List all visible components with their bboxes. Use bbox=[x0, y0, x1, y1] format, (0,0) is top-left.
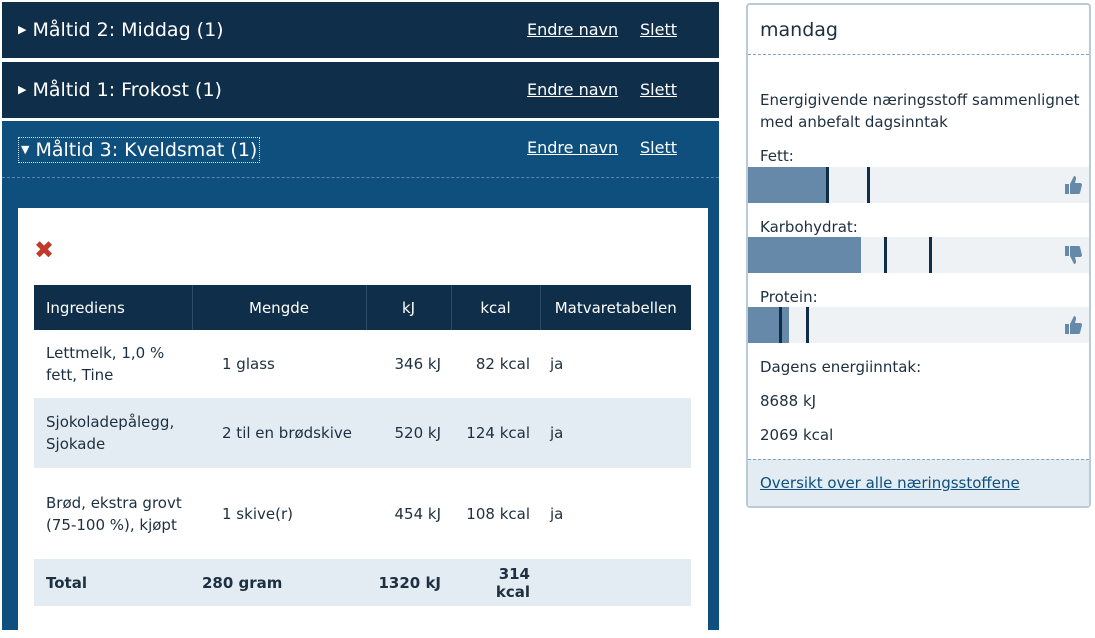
delete-button[interactable]: Slett bbox=[640, 62, 677, 118]
total-label: Total bbox=[34, 559, 192, 606]
nutrient-label-fat: Fett: bbox=[760, 147, 794, 165]
ingredient-name: Lettmelk, 1,0 % fett, Tine bbox=[46, 344, 165, 384]
ingredient-source: ja bbox=[540, 398, 691, 468]
day-title: mandag bbox=[760, 19, 838, 41]
rename-button[interactable]: Endre navn bbox=[527, 62, 618, 118]
ingredient-amount: 2 til en brødskive bbox=[192, 398, 366, 468]
close-icon[interactable]: ✖ bbox=[34, 238, 54, 262]
table-row: Sjokoladepålegg, Sjokade 2 til en brødsk… bbox=[34, 398, 691, 468]
nutrient-marker bbox=[884, 237, 888, 273]
meal-header-kveldsmat: ▼ Måltid 3: Kveldsmat (1) Endre navn Sle… bbox=[2, 121, 719, 178]
thumbs-up-icon bbox=[1065, 176, 1082, 194]
ingredient-amount: 1 glass bbox=[222, 355, 275, 373]
nutrient-fill bbox=[748, 307, 789, 343]
table-row: Brød, ekstra grovt (75-100 %), kjøpt 1 s… bbox=[34, 468, 691, 559]
energy-kj: 8688 kJ bbox=[760, 392, 817, 410]
rename-button[interactable]: Endre navn bbox=[527, 2, 618, 58]
column-header: Matvaretabellen bbox=[540, 285, 691, 330]
total-source bbox=[540, 559, 691, 606]
rename-button[interactable]: Endre navn bbox=[527, 121, 618, 175]
meals-column: ▶ Måltid 2: Middag (1) Endre navn Slett … bbox=[0, 0, 720, 638]
table-total-row: Total 280 gram 1320 kJ 314 kcal bbox=[34, 559, 691, 606]
nutrient-marker bbox=[778, 307, 782, 343]
ingredient-kcal: 82 kcal bbox=[475, 355, 530, 373]
ingredient-kj: 520 kJ bbox=[366, 398, 451, 468]
meal-toggle[interactable]: ▶ Måltid 2: Middag (1) bbox=[18, 2, 224, 58]
all-nutrients-link[interactable]: Oversikt over alle næringsstoffene bbox=[760, 474, 1020, 492]
caret-right-icon: ▶ bbox=[18, 83, 27, 96]
column-header: kcal bbox=[451, 285, 541, 330]
divider bbox=[748, 54, 1089, 55]
nutrient-marker bbox=[826, 167, 830, 203]
caret-down-icon: ▼ bbox=[21, 142, 30, 156]
column-header: kJ bbox=[366, 285, 452, 330]
meal-section-kveldsmat: ▼ Måltid 3: Kveldsmat (1) Endre navn Sle… bbox=[2, 121, 719, 638]
meal-title-focus[interactable]: ▼ Måltid 3: Kveldsmat (1) bbox=[18, 136, 261, 163]
ingredient-kj: 454 kJ bbox=[394, 504, 441, 523]
total-kcal: 314 kcal bbox=[451, 559, 540, 606]
nutrient-marker bbox=[867, 167, 871, 203]
ingredient-name: Sjokoladepålegg, Sjokade bbox=[34, 398, 192, 468]
nutrient-intro: Energigivende næringsstoff sammenlignet … bbox=[760, 91, 1080, 131]
table-row: Lettmelk, 1,0 % fett, Tine 1 glass 346 k… bbox=[34, 330, 691, 398]
caret-right-icon: ▶ bbox=[18, 23, 27, 36]
meal-toggle[interactable]: ▼ Måltid 3: Kveldsmat (1) bbox=[18, 121, 261, 178]
meal-header-frokost[interactable]: ▶ Måltid 1: Frokost (1) Endre navn Slett bbox=[2, 62, 719, 118]
nutrient-bar-carbs bbox=[748, 237, 1089, 273]
thumbs-down-icon bbox=[1065, 246, 1082, 264]
nutrient-bar-fat bbox=[748, 167, 1089, 203]
meal-title: Måltid 2: Middag (1) bbox=[32, 19, 224, 41]
ingredient-kcal: 124 kcal bbox=[451, 398, 540, 468]
nutrient-bar-protein bbox=[748, 307, 1089, 343]
ingredient-kj: 346 kJ bbox=[394, 355, 441, 373]
delete-button[interactable]: Slett bbox=[640, 2, 677, 58]
energy-kcal: 2069 kcal bbox=[760, 426, 834, 444]
ingredient-amount: 1 skive(r) bbox=[222, 504, 293, 523]
nutrient-fill bbox=[748, 167, 827, 203]
nutrient-label-protein: Protein: bbox=[760, 288, 818, 306]
ingredients-table: Ingrediens Mengde kJ kcal Matvaretabelle… bbox=[34, 285, 691, 606]
ingredient-name: Brød, ekstra grovt (75-100 %), kjøpt bbox=[46, 493, 182, 534]
thumbs-up-icon bbox=[1065, 316, 1082, 334]
nutrient-marker bbox=[805, 307, 809, 343]
ingredient-source: ja bbox=[550, 504, 564, 523]
meal-title: Måltid 1: Frokost (1) bbox=[32, 79, 222, 101]
total-amount: 280 gram bbox=[192, 559, 366, 606]
ingredient-kcal: 108 kcal bbox=[466, 504, 530, 523]
meal-toggle[interactable]: ▶ Måltid 1: Frokost (1) bbox=[18, 62, 222, 118]
meal-content-panel: ✖ Ingrediens Mengde kJ kcal Matvaretabel… bbox=[18, 208, 708, 638]
ingredient-source: ja bbox=[550, 355, 564, 373]
column-header: Mengde bbox=[192, 285, 367, 330]
nutrient-fill bbox=[748, 237, 861, 273]
total-kj: 1320 kJ bbox=[366, 559, 451, 606]
nutrient-label-carbs: Karbohydrat: bbox=[760, 218, 858, 236]
column-header: Ingrediens bbox=[34, 285, 193, 330]
daily-summary-panel: mandag Energigivende næringsstoff sammen… bbox=[746, 3, 1091, 508]
meal-title: Måltid 3: Kveldsmat (1) bbox=[35, 138, 258, 161]
delete-button[interactable]: Slett bbox=[640, 121, 677, 175]
meal-header-middag[interactable]: ▶ Måltid 2: Middag (1) Endre navn Slett bbox=[2, 2, 719, 58]
table-header-row: Ingrediens Mengde kJ kcal Matvaretabelle… bbox=[34, 285, 691, 330]
summary-footer: Oversikt over alle næringsstoffene bbox=[748, 459, 1089, 506]
energy-label: Dagens energiinntak: bbox=[760, 358, 922, 376]
nutrient-marker bbox=[928, 237, 932, 273]
